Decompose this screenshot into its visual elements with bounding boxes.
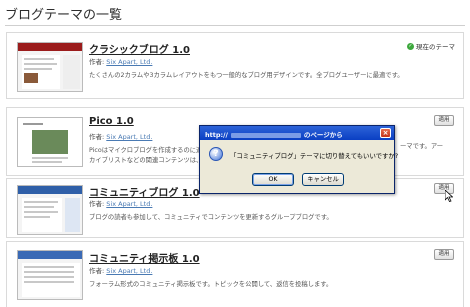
theme-name[interactable]: コミュニティブログ 1.0 [89,184,200,199]
check-icon: ✓ [407,42,414,50]
dialog-message: 「コミュニティブログ」テーマに切り替えてもいいですか? [230,152,399,160]
page-title: ブログテーマの一覧 [5,8,123,23]
ok-button[interactable]: OK [252,173,294,186]
theme-card-classic: クラシックブログ 1.0 作者: Six Apart, Ltd. たくさんの2カ… [6,32,464,99]
dialog-title-prefix: http:// [205,131,228,139]
author-link[interactable]: Six Apart, Ltd. [106,133,152,141]
author-label: 作者: [89,133,105,141]
theme-name[interactable]: クラシックブログ 1.0 [89,41,190,56]
redacted-host [230,132,301,138]
current-theme-badge: ✓ 現在のテーマ [407,41,455,51]
theme-description: ブログの読者も参加して、コミュニティでコンテンツを更新するグループブログです。 [89,214,333,221]
dialog-titlebar[interactable]: http:// のページから [200,126,394,140]
author-link[interactable]: Six Apart, Ltd. [106,58,152,66]
author-link[interactable]: Six Apart, Ltd. [106,267,152,275]
theme-thumbnail-pico [17,117,83,167]
title-divider [5,25,465,26]
theme-description: たくさんの2カラムや3カラムレイアウトをもつ一般的なブログ用デザインです。全ブロ… [89,72,404,79]
theme-thumbnail-community-forum [17,250,83,300]
confirm-dialog: http:// のページから × ? 「コミュニティブログ」テーマに切り替えてもい… [199,125,399,194]
author-label: 作者: [89,267,105,275]
author-link[interactable]: Six Apart, Ltd. [106,200,152,208]
current-theme-label: 現在のテーマ [416,43,455,51]
theme-description: Picoはマイクロブログを作成するのに適し [89,147,209,154]
theme-author: 作者: Six Apart, Ltd. [89,198,152,208]
theme-name[interactable]: コミュニティ掲示板 1.0 [89,250,200,265]
dialog-title-suffix: のページから [303,131,343,139]
author-label: 作者: [89,58,105,66]
close-icon[interactable]: × [380,128,391,138]
author-label: 作者: [89,200,105,208]
apply-button[interactable]: 適用 [434,249,454,260]
theme-author: 作者: Six Apart, Ltd. [89,56,152,66]
cancel-button[interactable]: キャンセル [302,173,344,186]
theme-card-community-forum: コミュニティ掲示板 1.0 作者: Six Apart, Ltd. フォーラム形… [6,241,464,307]
theme-description: フォーラム形式のコミュニティ掲示板です。トピックを公開して、返信を投稿します。 [89,281,333,288]
theme-thumbnail-community-blog [17,185,83,235]
theme-thumbnail-classic [17,42,83,92]
theme-author: 作者: Six Apart, Ltd. [89,131,152,141]
apply-button[interactable]: 適用 [434,115,454,126]
mouse-cursor-icon [445,190,453,202]
theme-name[interactable]: Pico 1.0 [89,116,134,127]
theme-author: 作者: Six Apart, Ltd. [89,265,152,275]
theme-description-tail: ーマです。アー [400,143,444,150]
theme-description-line2: カイブリストなどの関連コンテンツは、メイ [89,157,215,164]
question-icon: ? [209,147,223,161]
